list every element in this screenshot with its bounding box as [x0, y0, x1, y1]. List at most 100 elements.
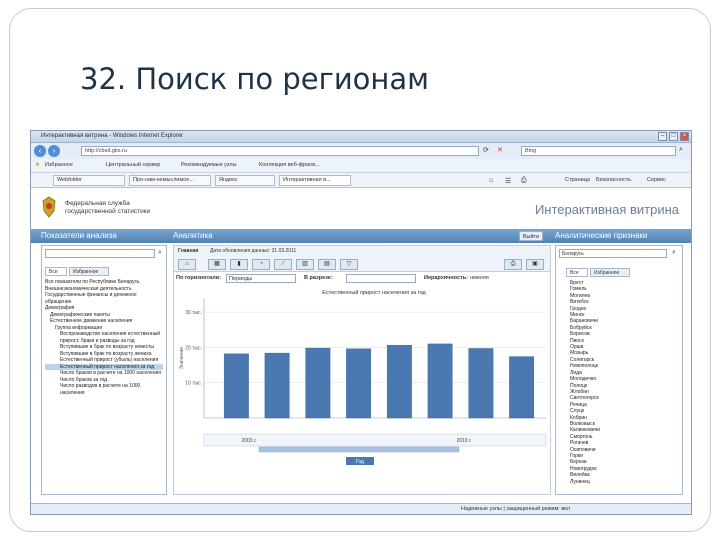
y-tick-label: 20 тыс.: [185, 345, 202, 351]
indicator-tree: Все показатели по Республике Беларусь Вне…: [45, 279, 163, 396]
y-tick-label: 10 тыс.: [185, 381, 202, 387]
emblem-icon: [42, 196, 56, 218]
chart-filters: По горизонтали: Периоды В разрезе: Иерар…: [174, 274, 550, 286]
browser-tab-2[interactable]: Про-нам-немыслимое...: [129, 175, 211, 186]
tree-item[interactable]: Воспроизводство населения естественный п…: [45, 331, 163, 344]
exit-button[interactable]: Выйти: [519, 231, 543, 241]
pie-chart-icon[interactable]: ◔: [252, 259, 270, 270]
browser-tab-1[interactable]: Webfolder: [53, 175, 125, 186]
home-icon[interactable]: ⌂: [489, 177, 493, 184]
close-icon[interactable]: ×: [680, 132, 689, 141]
map-icon[interactable]: ▤: [318, 259, 336, 270]
bar: [346, 348, 372, 419]
save-icon[interactable]: ▣: [526, 259, 544, 270]
browser-tabbar: Webfolder Про-нам-немыслимое... Яндекс И…: [31, 173, 691, 188]
slide-title: 32. Поиск по регионам: [80, 62, 430, 96]
forward-icon[interactable]: ›: [48, 145, 60, 157]
minimize-icon[interactable]: –: [658, 132, 667, 141]
search-engine-field[interactable]: Bing: [521, 146, 676, 156]
address-bar: ‹ › http://cbsd.gks.ru ⟳ ✕ Bing ⌕: [31, 143, 691, 159]
search-icon[interactable]: ⌕: [158, 249, 162, 257]
maximize-icon[interactable]: □: [669, 132, 678, 141]
browser-statusbar: Надежные узлы | защищенный режим: вкл: [31, 503, 691, 514]
bar-chart: Естественный прирост населения за год 30 …: [179, 289, 547, 465]
y-axis-label: Значение: [179, 347, 185, 369]
last-update-label: Дата обновления данных: 31.03.2011: [210, 248, 297, 254]
search-icon[interactable]: ⌕: [679, 146, 683, 154]
bar: [305, 347, 331, 419]
section-label: В разрезе:: [304, 275, 333, 281]
slide: 32. Поиск по регионам Интерактивная витр…: [0, 0, 720, 540]
indicators-panel-title: Показатели анализа: [41, 231, 117, 240]
browser-title: Интерактивная витрина - Windows Internet…: [41, 133, 184, 139]
detail-label: Иерархичность:: [424, 275, 468, 281]
org-line-2: государственной статистики: [65, 208, 151, 215]
menu-security[interactable]: Безопасность: [596, 177, 631, 183]
tab-favorite-attributes[interactable]: Избранное: [590, 268, 630, 277]
bar: [427, 343, 453, 419]
horizontal-select[interactable]: Периоды: [226, 274, 296, 283]
tab-all-attributes[interactable]: Все: [566, 268, 588, 277]
org-name: Федеральная служба государственной стати…: [65, 200, 150, 216]
browser-titlebar: Интерактивная витрина - Windows Internet…: [31, 131, 691, 143]
attributes-panel-title: Аналитические признаки: [555, 231, 648, 240]
region-list: Брест Гомель Могилев Витебск Гродно Минск Бара…: [570, 280, 670, 485]
bar: [509, 356, 535, 419]
histogram-icon[interactable]: ▥: [296, 259, 314, 270]
analytics-panel-title: Аналитика: [173, 231, 213, 240]
attributes-panel: Беларусь ⌕ Все Избранное Брест Гомель Моги…: [555, 245, 683, 495]
tree-item[interactable]: Число разводов в расчете на 1000 населен…: [45, 383, 163, 396]
url-field[interactable]: http://cbsd.gks.ru: [81, 146, 479, 156]
region-list-item[interactable]: Лунинец: [570, 479, 670, 485]
indicator-search-input[interactable]: [45, 249, 155, 258]
indicator-tabs: Все Избранное: [45, 267, 163, 276]
chart-title: Естественный прирост населения за год: [322, 289, 426, 296]
region-search-input[interactable]: Беларусь: [559, 249, 667, 258]
bar: [264, 352, 290, 419]
star-icon[interactable]: ★: [35, 162, 40, 168]
menu-page[interactable]: Страница: [565, 177, 590, 183]
tree-item[interactable]: Государственные финансы и денежное обращ…: [45, 292, 163, 305]
line-chart-icon[interactable]: ⟋: [274, 259, 292, 270]
favorite-link-1[interactable]: Центральный сервер: [106, 162, 160, 168]
menu-tools[interactable]: Сервис: [647, 177, 666, 183]
analytics-toolbar: Главная Дата обновления данных: 31.03.20…: [174, 246, 550, 272]
bar: [386, 345, 412, 419]
browser-tab-3[interactable]: Яндекс: [215, 175, 275, 186]
table-view-icon[interactable]: ▦: [208, 259, 226, 270]
site-header: Федеральная служба государственной стати…: [31, 189, 691, 229]
tab-main[interactable]: Главная: [178, 248, 198, 254]
indicators-panel: ⌕ Все Избранное Все показатели по Респуб…: [41, 245, 167, 495]
stop-icon[interactable]: ✕: [497, 146, 503, 154]
print-icon[interactable]: ⎙: [521, 177, 527, 185]
range-slider: [258, 446, 460, 453]
refresh-icon[interactable]: ⟳: [483, 146, 489, 154]
favorites-button[interactable]: Избранное: [45, 162, 73, 168]
search-icon[interactable]: ⌕: [672, 249, 676, 257]
y-tick-label: 30 тыс.: [185, 310, 202, 316]
detail-value[interactable]: нижняя: [470, 275, 489, 281]
favorite-link-3[interactable]: Коллекция веб-фрагм...: [259, 162, 320, 168]
horizontal-label: По горизонтали:: [176, 275, 221, 281]
x-tick-label: 2010 г.: [456, 438, 471, 444]
favorite-link-2[interactable]: Рекомендуемые узлы: [181, 162, 237, 168]
x-tick-label: 2003 г.: [241, 438, 256, 444]
org-line-1: Федеральная служба: [65, 200, 130, 207]
analytics-panel: Главная Дата обновления данных: 31.03.20…: [173, 245, 551, 495]
feeds-icon[interactable]: ☰: [505, 177, 511, 185]
bar-chart-icon[interactable]: ▮: [230, 259, 248, 270]
tab-favorites[interactable]: Избранное: [69, 267, 109, 276]
bar: [468, 348, 494, 419]
browser-tab-4[interactable]: Интерактивная в...: [279, 175, 351, 186]
section-select[interactable]: [346, 274, 416, 283]
app-title: Интерактивная витрина: [534, 202, 679, 217]
home-icon[interactable]: ⌂: [178, 259, 196, 270]
back-icon[interactable]: ‹: [34, 145, 46, 157]
range-button-label[interactable]: Год: [356, 459, 364, 465]
panel-header-bar: Показатели анализа Аналитика Выйти Анали…: [31, 229, 691, 243]
bar: [223, 353, 249, 419]
tab-all[interactable]: Все: [45, 267, 67, 276]
filter-icon[interactable]: ▽: [340, 259, 358, 270]
print-icon[interactable]: ⎙: [504, 259, 522, 270]
status-zone: Надежные узлы | защищенный режим: вкл: [461, 506, 570, 512]
